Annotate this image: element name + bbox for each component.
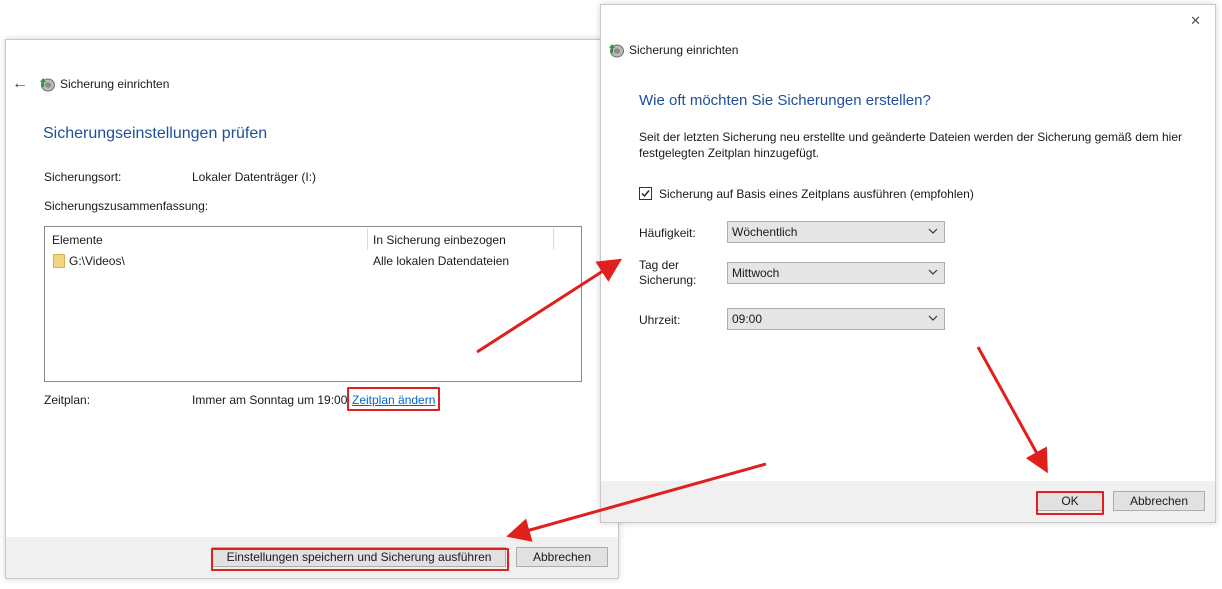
schedule-checkbox[interactable] (639, 187, 652, 200)
highlight-box (1036, 491, 1104, 515)
column-separator[interactable] (367, 228, 368, 250)
back-arrow-icon[interactable]: ← (12, 76, 28, 92)
backup-review-window: ← Sicherung einrichten Sicherungseinstel… (5, 39, 619, 579)
backup-shield-icon (38, 76, 56, 92)
dialog-footer: OK Abbrechen (601, 481, 1215, 522)
title-row: ← Sicherung einrichten (12, 76, 169, 92)
cancel-button[interactable]: Abbrechen (1113, 491, 1205, 511)
time-select[interactable]: 09:00 (727, 308, 945, 330)
highlight-box (347, 387, 440, 411)
chevron-down-icon (928, 315, 938, 321)
day-label-line: Sicherung: (639, 273, 697, 287)
schedule-value: Immer am Sonntag um 19:00 (192, 393, 348, 407)
column-header-included[interactable]: In Sicherung einbezogen (373, 233, 506, 247)
day-select[interactable]: Mittwoch (727, 262, 945, 284)
dialog-description: Seit der letzten Sicherung neu erstellte… (639, 129, 1199, 161)
schedule-checkbox-label[interactable]: Sicherung auf Basis eines Zeitplans ausf… (659, 187, 974, 201)
row-included: Alle lokalen Datendateien (373, 254, 510, 268)
chevron-down-icon (928, 269, 938, 275)
window-title: Sicherung einrichten (60, 77, 170, 91)
chevron-down-icon (928, 228, 938, 234)
table-row[interactable]: G:\Videos\ Alle lokalen Datendateien (45, 252, 581, 272)
backup-summary-table[interactable]: Elemente In Sicherung einbezogen G:\Vide… (44, 226, 582, 382)
page-heading: Sicherungseinstellungen prüfen (43, 125, 268, 142)
backup-location-label: Sicherungsort: (44, 170, 122, 184)
description-line: Seit der letzten Sicherung neu erstellte… (639, 130, 1182, 144)
cancel-button[interactable]: Abbrechen (516, 547, 608, 567)
schedule-label: Zeitplan: (44, 393, 91, 407)
frequency-label: Häufigkeit: (639, 226, 696, 240)
backup-location-value: Lokaler Datenträger (I:) (192, 170, 317, 184)
checkmark-icon (641, 190, 650, 198)
time-value: 09:00 (732, 312, 763, 326)
dialog-heading: Wie oft möchten Sie Sicherungen erstelle… (639, 92, 931, 109)
column-separator[interactable] (553, 228, 554, 250)
description-line: festgelegten Zeitplan hinzugefügt. (639, 146, 820, 160)
frequency-value: Wöchentlich (732, 225, 798, 239)
row-item: G:\Videos\ (69, 254, 125, 268)
day-label-line: Tag der (639, 258, 680, 272)
backup-summary-label: Sicherungszusammenfassung: (44, 199, 209, 213)
backup-shield-icon (607, 42, 625, 58)
day-label: Tag der Sicherung: (639, 258, 696, 288)
schedule-dialog: ✕ Sicherung einrichten Wie oft möchten S… (600, 4, 1216, 523)
highlight-box (211, 548, 509, 571)
folder-icon (53, 254, 65, 268)
column-header-items[interactable]: Elemente (52, 233, 103, 247)
frequency-select[interactable]: Wöchentlich (727, 221, 945, 243)
table-header: Elemente In Sicherung einbezogen (45, 227, 555, 251)
time-label: Uhrzeit: (639, 313, 681, 327)
window-title: Sicherung einrichten (629, 43, 739, 57)
close-icon[interactable]: ✕ (1190, 13, 1201, 29)
day-value: Mittwoch (732, 266, 780, 280)
title-row: Sicherung einrichten (607, 42, 738, 58)
